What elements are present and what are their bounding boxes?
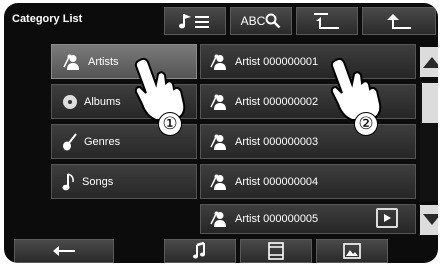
artist-icon [209, 54, 229, 70]
scroll-track[interactable] [420, 81, 438, 201]
scroll-thumb[interactable] [422, 83, 438, 123]
back-button[interactable] [14, 239, 114, 263]
callout-1: ① [158, 112, 182, 136]
picture-icon [343, 243, 361, 259]
list-item-label: Artist 000000005 [235, 213, 319, 225]
artist-icon [62, 54, 82, 70]
playlist-button[interactable] [164, 7, 226, 35]
guitar-icon [62, 132, 78, 151]
play-icon [382, 213, 392, 223]
list-item[interactable]: Artist 000000004 [200, 164, 416, 199]
category-songs[interactable]: Songs [51, 164, 197, 199]
abc-search-button[interactable]: ABC [230, 7, 292, 35]
music-note-icon [62, 172, 76, 192]
up-return-icon [384, 11, 414, 31]
play-button[interactable] [376, 208, 398, 228]
scroll-down-button[interactable] [420, 205, 438, 235]
photo-mode-button[interactable] [316, 239, 388, 263]
music-list-icon [178, 11, 212, 31]
header-title: Category List [12, 13, 83, 25]
list-item-label: Artist 000000003 [235, 135, 319, 148]
album-disc-icon [62, 94, 78, 110]
category-label: Genres [84, 135, 121, 148]
video-mode-button[interactable] [240, 239, 312, 263]
category-label: Albums [84, 95, 121, 108]
list-item[interactable]: Artist 000000003 [200, 124, 416, 159]
arrow-up-icon [422, 55, 438, 69]
search-icon [265, 13, 281, 29]
top-level-button[interactable] [296, 7, 358, 35]
list-item-label: Artist 000000004 [235, 175, 319, 188]
top-return-icon [312, 11, 342, 31]
artist-icon [209, 211, 229, 227]
scroll-up-button[interactable] [420, 47, 438, 77]
up-level-button[interactable] [362, 7, 436, 35]
music-note-icon [192, 242, 208, 260]
tap-hand-icon [126, 56, 188, 122]
tap-hand-icon [322, 56, 384, 122]
arrow-down-icon [422, 213, 438, 227]
artist-icon [209, 174, 229, 190]
category-label: Songs [82, 175, 114, 188]
list-item-label: Artist 000000002 [235, 95, 319, 108]
category-label: Artists [88, 55, 119, 68]
back-arrow-icon [51, 244, 77, 258]
callout-2: ② [354, 112, 378, 136]
music-mode-button[interactable] [164, 239, 236, 263]
artist-icon [209, 94, 229, 110]
list-item-label: Artist 000000001 [235, 55, 319, 68]
film-icon [267, 242, 285, 260]
abc-label: ABC [240, 14, 266, 28]
artist-icon [209, 134, 229, 150]
